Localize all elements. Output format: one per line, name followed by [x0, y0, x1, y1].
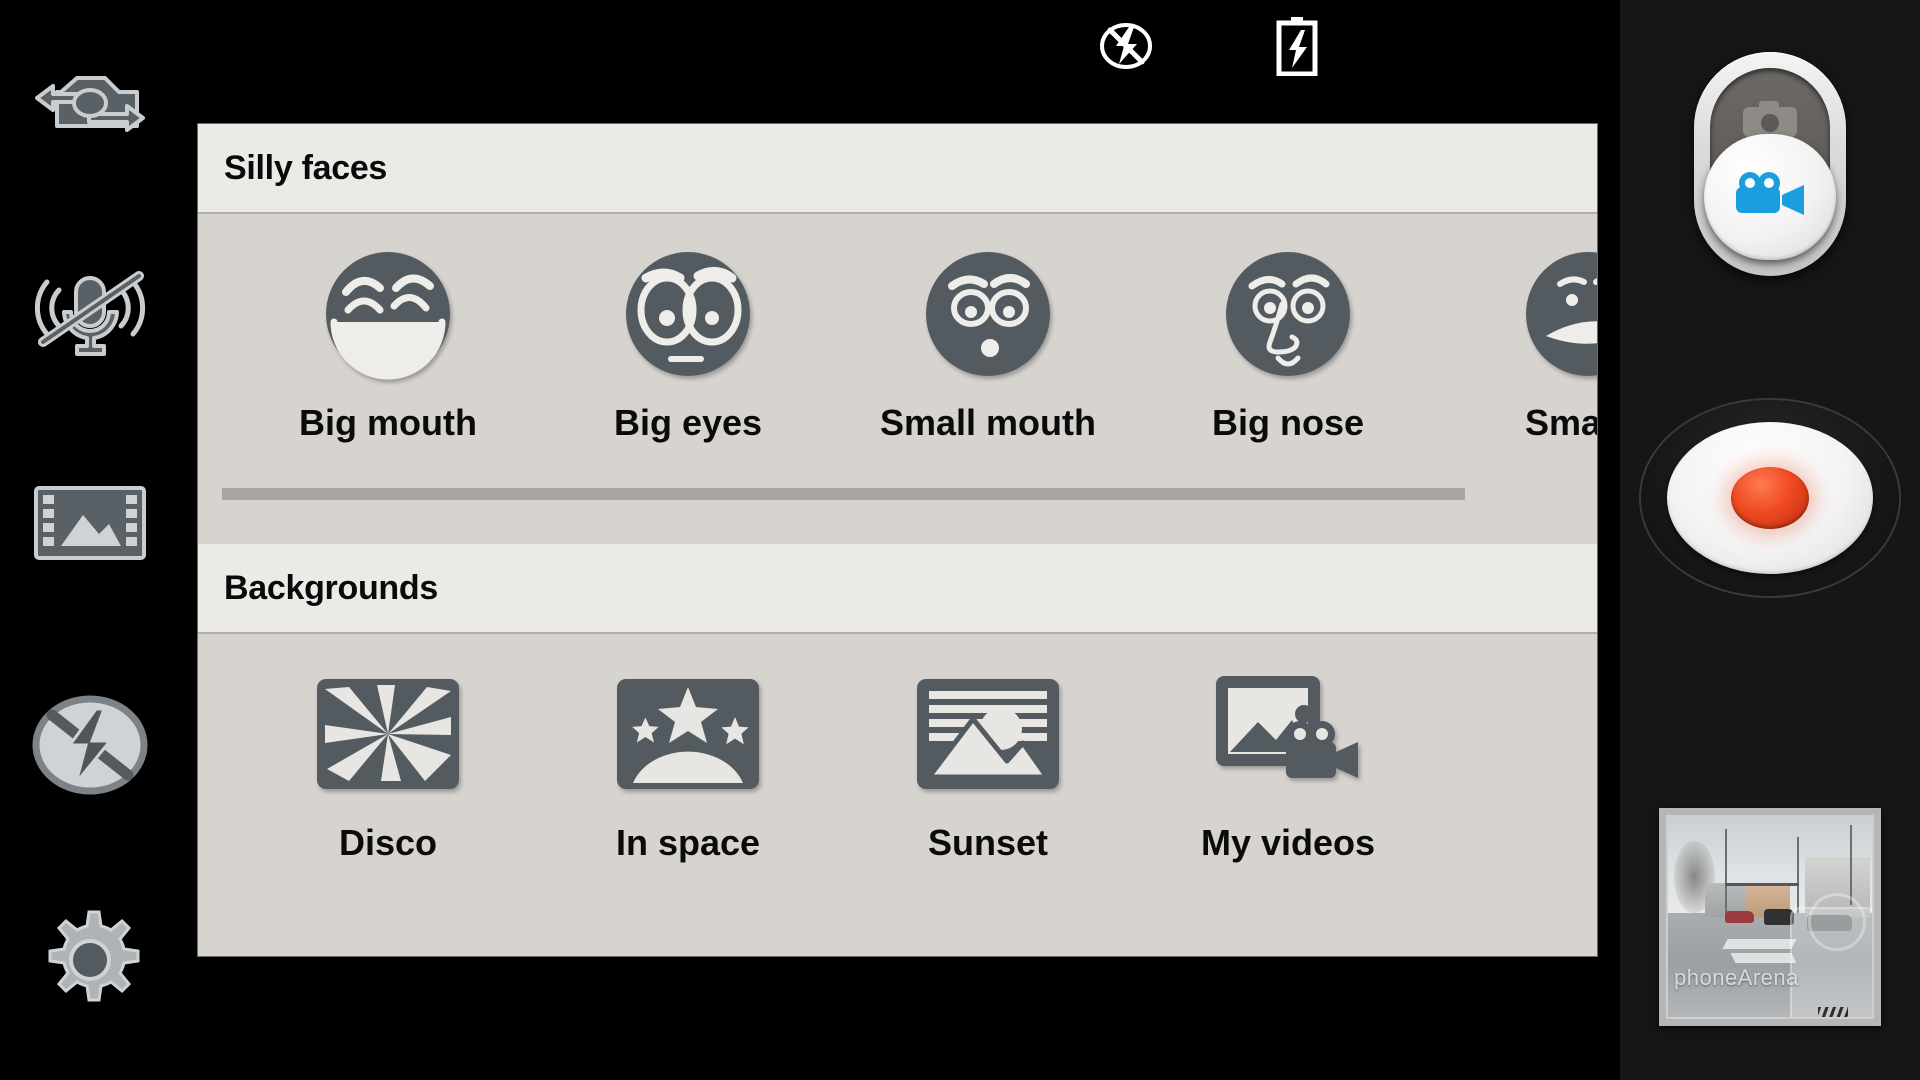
camera-app-root: Silly faces Big mouth Big eyes Small mou…	[0, 0, 1920, 1080]
background-disco-icon	[315, 660, 461, 808]
effect-tile-label: Big nose	[1211, 402, 1364, 443]
section-body-backgrounds: Disco In space Sunset My videos	[198, 634, 1597, 954]
flash-off-icon	[1098, 18, 1154, 79]
effect-tile-big-mouth[interactable]: Big mouth	[238, 240, 538, 444]
backgrounds-row[interactable]: Disco In space Sunset My videos	[198, 634, 1597, 864]
effect-tile-sunset[interactable]: Sunset	[838, 660, 1138, 864]
thumbnail-image: phoneArena	[1666, 815, 1874, 1019]
thumb-car	[1725, 911, 1754, 923]
thumb-crosswalk	[1730, 953, 1797, 963]
effect-tile-small-eyes[interactable]: Small e	[1438, 240, 1597, 444]
battery-charging-icon	[1274, 16, 1320, 81]
thumb-building-right	[1804, 857, 1870, 917]
effect-tile-label: Big eyes	[613, 402, 763, 443]
face-big-mouth-icon	[322, 240, 454, 388]
record-button-disc	[1667, 422, 1873, 574]
settings-gear-icon[interactable]	[16, 905, 164, 1015]
record-indicator-dot	[1731, 467, 1809, 529]
silly-faces-scrollbar[interactable]	[222, 488, 1465, 500]
effect-tile-big-eyes[interactable]: Big eyes	[538, 240, 838, 444]
effect-tile-label: Disco	[338, 822, 438, 863]
section-body-silly-faces: Big mouth Big eyes Small mouth Big nose …	[198, 214, 1597, 544]
thumb-pole	[1849, 825, 1852, 905]
record-button[interactable]	[1641, 400, 1899, 596]
left-control-rail	[0, 0, 180, 1080]
camera-video-mode-toggle[interactable]	[1694, 52, 1846, 276]
effect-tile-label: Small mouth	[879, 402, 1097, 443]
video-quality-icon[interactable]	[16, 468, 164, 578]
effect-tile-label: In space	[615, 822, 761, 863]
thumb-car	[1763, 909, 1795, 925]
mode-toggle-knob[interactable]	[1704, 134, 1836, 260]
status-bar-icons	[1098, 16, 1320, 81]
thumb-car	[1806, 915, 1852, 931]
section-title: Silly faces	[224, 148, 388, 187]
last-capture-thumbnail[interactable]: phoneArena	[1659, 808, 1881, 1026]
effect-tile-label: Big mouth	[299, 402, 477, 443]
face-small-eyes-icon	[1522, 240, 1597, 388]
effect-tile-label: Sunset	[927, 822, 1049, 863]
status-bar	[180, 0, 1620, 92]
effect-tile-in-space[interactable]: In space	[538, 660, 838, 864]
flash-off-icon[interactable]	[16, 690, 164, 800]
section-header-silly-faces: Silly faces	[198, 124, 1597, 214]
background-sunset-icon	[915, 660, 1061, 808]
effect-tile-disco[interactable]: Disco	[238, 660, 538, 864]
effect-tile-label: Small e	[1524, 402, 1597, 443]
effect-tile-small-mouth[interactable]: Small mouth	[838, 240, 1138, 444]
background-in-space-icon	[615, 660, 761, 808]
video-camera-icon	[1734, 171, 1806, 224]
effect-tile-my-videos[interactable]: My videos	[1138, 660, 1438, 864]
effects-panel: Silly faces Big mouth Big eyes Small mou…	[198, 124, 1597, 956]
section-title: Backgrounds	[224, 568, 438, 607]
switch-camera-icon[interactable]	[16, 52, 164, 162]
face-big-nose-icon	[1222, 240, 1354, 388]
thumb-wire	[1725, 883, 1799, 886]
thumb-crosswalk	[1722, 939, 1798, 949]
thumb-pole	[1725, 829, 1728, 913]
silly-faces-row[interactable]: Big mouth Big eyes Small mouth Big nose …	[198, 214, 1597, 444]
effect-tile-label: My videos	[1200, 822, 1376, 863]
background-my-videos-icon	[1212, 660, 1364, 808]
right-control-rail: phoneArena	[1620, 0, 1920, 1080]
face-big-eyes-icon	[622, 240, 754, 388]
section-header-backgrounds: Backgrounds	[198, 544, 1597, 634]
effect-tile-big-nose[interactable]: Big nose	[1138, 240, 1438, 444]
thumb-pole	[1796, 837, 1799, 913]
face-small-mouth-icon	[922, 240, 1054, 388]
microphone-off-icon[interactable]	[16, 255, 164, 365]
